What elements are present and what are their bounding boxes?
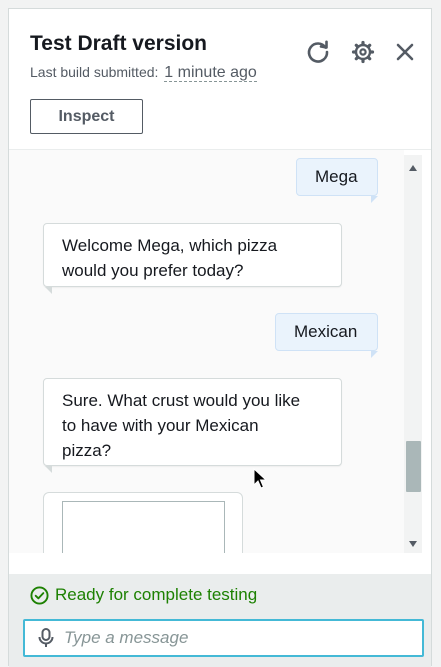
page-title: Test Draft version — [30, 32, 207, 55]
response-card — [43, 492, 243, 553]
build-time[interactable]: 1 minute ago — [164, 64, 257, 82]
check-circle-icon — [30, 585, 49, 605]
close-icon[interactable] — [392, 39, 418, 65]
scroll-up-arrow-icon[interactable] — [409, 165, 417, 171]
message-line: to have with your Mexican — [62, 416, 259, 435]
conversation-area[interactable]: Mega Welcome Mega, which pizza would you… — [9, 150, 404, 553]
settings-icon[interactable] — [350, 39, 376, 65]
testing-status: Ready for complete testing — [30, 585, 257, 605]
bot-message: Welcome Mega, which pizza would you pref… — [43, 223, 342, 287]
inspect-button[interactable]: Inspect — [30, 99, 143, 134]
build-status-label: Last build submitted: — [30, 64, 159, 80]
message-text: Mega — [315, 167, 358, 186]
test-bot-panel: Test Draft version Last build submitted:… — [8, 8, 432, 667]
bubble-tail — [371, 351, 378, 358]
user-message: Mexican — [275, 313, 378, 351]
build-status-line: Last build submitted: 1 minute ago — [30, 64, 257, 82]
mouse-pointer-icon — [253, 468, 267, 489]
message-line: Welcome Mega, which pizza — [62, 236, 278, 255]
refresh-icon[interactable] — [305, 39, 331, 65]
message-line: would you prefer today? — [62, 261, 244, 280]
bubble-tail — [45, 287, 52, 294]
bubble-tail — [45, 466, 52, 473]
response-card-image — [62, 501, 225, 553]
chat-scrollbar[interactable] — [404, 155, 422, 553]
panel-header: Test Draft version Last build submitted:… — [9, 9, 431, 149]
user-message: Mega — [296, 158, 378, 196]
bot-message: Sure. What crust would you like to have … — [43, 378, 342, 466]
message-input-box[interactable] — [23, 619, 424, 657]
bubble-tail — [371, 196, 378, 203]
message-line: Sure. What crust would you like — [62, 391, 301, 410]
scroll-thumb[interactable] — [406, 441, 421, 492]
scroll-down-arrow-icon[interactable] — [409, 541, 417, 547]
microphone-icon[interactable] — [37, 628, 55, 648]
status-text: Ready for complete testing — [55, 585, 258, 604]
message-line: pizza? — [62, 441, 112, 460]
message-input[interactable] — [64, 628, 384, 648]
message-text: Mexican — [294, 322, 358, 341]
chat-footer: Ready for complete testing — [9, 574, 431, 667]
